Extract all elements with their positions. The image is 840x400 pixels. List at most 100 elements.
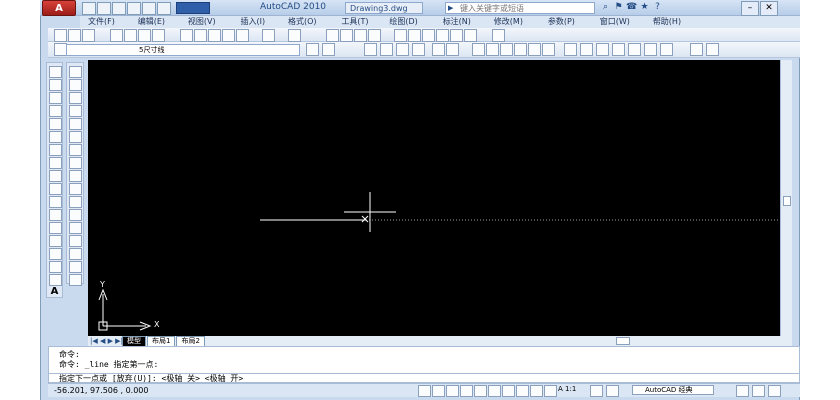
dim-radius-icon[interactable] — [528, 43, 541, 56]
undo-icon[interactable] — [142, 2, 156, 15]
menu-help[interactable]: 帮助(H) — [653, 16, 681, 28]
markup-icon[interactable] — [450, 29, 463, 42]
coordinate-readout[interactable]: -56.201, 97.506 , 0.000 — [54, 386, 149, 395]
quick-properties-icon[interactable] — [544, 385, 557, 397]
dim-aligned-icon[interactable] — [486, 43, 499, 56]
ellipse-arc-icon[interactable] — [49, 196, 62, 208]
menu-view[interactable]: 视图(V) — [188, 16, 216, 28]
object-snap-icon[interactable] — [474, 385, 487, 397]
insert-block-icon[interactable] — [49, 209, 62, 221]
open-icon[interactable] — [68, 29, 81, 42]
save-icon[interactable] — [112, 2, 126, 15]
dynamic-ucs-icon[interactable] — [502, 385, 515, 397]
workspace-switching[interactable]: AutoCAD 经典 — [632, 385, 714, 395]
close-button[interactable]: ✕ — [760, 1, 778, 16]
publish-icon[interactable] — [138, 29, 151, 42]
search-input[interactable]: 键入关键字或短语 — [445, 2, 595, 14]
zoom-realtime-icon[interactable] — [340, 29, 353, 42]
annotation-scale[interactable]: A 1:1 — [558, 385, 576, 393]
favorites-icon[interactable]: ★ — [639, 2, 650, 13]
dim-ordinate-icon[interactable] — [514, 43, 527, 56]
paste-icon[interactable] — [208, 29, 221, 42]
zoom-window-icon[interactable] — [354, 29, 367, 42]
dim-linear-icon[interactable] — [472, 43, 485, 56]
move-icon[interactable] — [69, 131, 82, 143]
command-input[interactable]: 指定下一点或 [放弃(U)]: <极轴 关> <极轴 开> — [48, 373, 800, 383]
save-icon[interactable] — [82, 29, 95, 42]
multiline-text-icon[interactable]: A — [49, 287, 60, 297]
layer-dropdown[interactable]: 5尺寸线 — [66, 44, 300, 56]
help-icon[interactable] — [492, 29, 505, 42]
break-icon[interactable] — [69, 222, 82, 234]
trim-icon[interactable] — [69, 183, 82, 195]
block-editor-icon[interactable] — [236, 29, 249, 42]
erase-icon[interactable] — [69, 66, 82, 78]
array-icon[interactable] — [432, 43, 445, 56]
subscription-icon[interactable]: ⚑ — [613, 2, 624, 13]
quickcalc-icon[interactable] — [464, 29, 477, 42]
pan-icon[interactable] — [326, 29, 339, 42]
make-current-icon[interactable] — [306, 43, 319, 56]
menu-window[interactable]: 窗口(W) — [600, 16, 630, 28]
array-icon[interactable] — [69, 118, 82, 130]
snap-midpoint-icon[interactable] — [580, 43, 593, 56]
circle-icon[interactable] — [49, 144, 62, 156]
join-icon[interactable] — [69, 235, 82, 247]
plot-icon[interactable] — [110, 29, 123, 42]
table-icon[interactable] — [49, 274, 62, 286]
extend-icon[interactable] — [69, 196, 82, 208]
spline-icon[interactable] — [49, 170, 62, 182]
h-scroll-thumb[interactable] — [616, 337, 630, 345]
mirror-icon[interactable] — [396, 43, 409, 56]
stretch-icon[interactable] — [69, 170, 82, 182]
cut-icon[interactable] — [180, 29, 193, 42]
grid-display-icon[interactable] — [432, 385, 445, 397]
auto-scale-icon[interactable] — [606, 385, 619, 397]
plot-preview-icon[interactable] — [124, 29, 137, 42]
menu-edit[interactable]: 编辑(E) — [138, 16, 165, 28]
menu-modify[interactable]: 修改(M) — [494, 16, 523, 28]
redo-icon[interactable] — [288, 29, 301, 42]
object-snap-tracking-icon[interactable] — [488, 385, 501, 397]
new-icon[interactable] — [82, 2, 96, 15]
ortho-mode-icon[interactable] — [446, 385, 459, 397]
osnap-settings-icon[interactable] — [706, 43, 719, 56]
lineweight-icon[interactable] — [530, 385, 543, 397]
revision-cloud-icon[interactable] — [49, 157, 62, 169]
rotate-icon[interactable] — [69, 144, 82, 156]
properties-icon[interactable] — [394, 29, 407, 42]
construction-line-icon[interactable] — [49, 79, 62, 91]
layout-tab-navigation[interactable]: |◀ ◀ ▶ ▶| — [90, 337, 123, 345]
ellipse-icon[interactable] — [49, 183, 62, 195]
annotation-visibility-icon[interactable] — [590, 385, 603, 397]
snap-intersection-icon[interactable] — [596, 43, 609, 56]
communication-icon[interactable]: ☎ — [626, 2, 637, 13]
snap-nearest-icon[interactable] — [690, 43, 703, 56]
drawing-canvas[interactable] — [88, 60, 780, 336]
autocad-logo-button[interactable]: A — [42, 0, 76, 16]
dynamic-input-icon[interactable] — [516, 385, 529, 397]
polar-tracking-icon[interactable] — [460, 385, 473, 397]
tool-palettes-icon[interactable] — [422, 29, 435, 42]
menu-format[interactable]: 格式(O) — [288, 16, 317, 28]
snap-mode-icon[interactable] — [418, 385, 431, 397]
chamfer-icon[interactable] — [69, 248, 82, 260]
redo-icon[interactable] — [157, 2, 171, 15]
menu-dimension[interactable]: 标注(N) — [443, 16, 471, 28]
vertical-scrollbar[interactable] — [780, 60, 792, 336]
copy-icon[interactable] — [194, 29, 207, 42]
make-block-icon[interactable] — [49, 222, 62, 234]
workspace-dropdown[interactable] — [176, 2, 210, 14]
menu-tools[interactable]: 工具(T) — [341, 16, 368, 28]
design-center-icon[interactable] — [408, 29, 421, 42]
help-icon[interactable]: ? — [652, 2, 663, 13]
3d-dwf-icon[interactable] — [152, 29, 165, 42]
erase-icon[interactable] — [364, 43, 377, 56]
zoom-previous-icon[interactable] — [368, 29, 381, 42]
dim-arc-icon[interactable] — [500, 43, 513, 56]
menu-parameter[interactable]: 参数(P) — [548, 16, 575, 28]
snap-endpoint-icon[interactable] — [564, 43, 577, 56]
move-icon[interactable] — [446, 43, 459, 56]
rectangle-icon[interactable] — [49, 118, 62, 130]
gradient-icon[interactable] — [49, 261, 62, 273]
